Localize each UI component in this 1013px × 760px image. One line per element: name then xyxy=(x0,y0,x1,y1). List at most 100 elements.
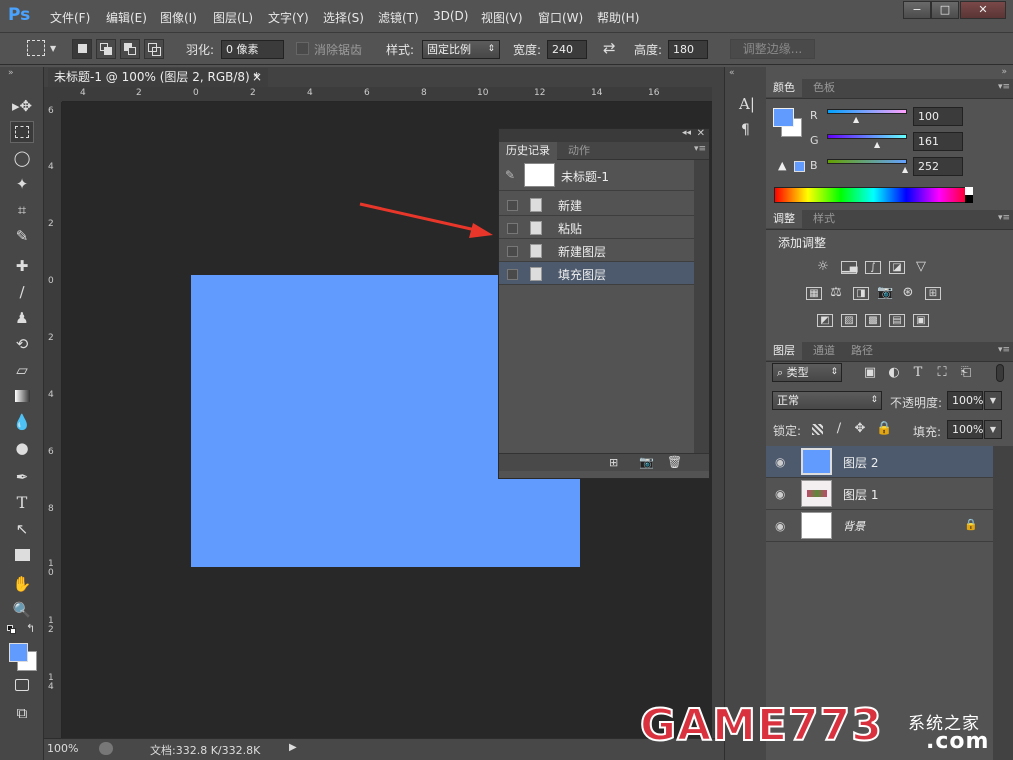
collapse-icon[interactable]: ◂◂ xyxy=(682,128,691,138)
channel-mixer-icon[interactable]: ⊛ xyxy=(901,286,915,300)
blend-mode-select[interactable]: 正常 ⇕ xyxy=(772,391,882,410)
new-document-from-state-icon[interactable]: ⊞ xyxy=(609,456,618,469)
pen-tool-icon[interactable]: ✒ xyxy=(10,466,34,488)
menu-3d[interactable]: 3D(D) xyxy=(433,9,468,23)
default-colors-icon[interactable] xyxy=(7,625,17,635)
blue-slider[interactable] xyxy=(827,159,907,164)
color-balance-icon[interactable]: ⚖ xyxy=(829,286,843,300)
history-brush-checkbox[interactable] xyxy=(507,246,518,257)
healing-brush-tool-icon[interactable]: ✚ xyxy=(10,255,34,277)
chevron-down-icon[interactable]: ▼ xyxy=(984,420,1002,439)
tab-layers[interactable]: 图层 xyxy=(766,342,802,360)
minimize-button[interactable]: − xyxy=(903,1,931,19)
fill-input[interactable]: 100% xyxy=(947,420,983,439)
zoom-tool-icon[interactable]: 🔍 xyxy=(10,599,34,621)
layer-row-selected[interactable]: ◉ 图层 2 xyxy=(766,446,993,478)
menu-view[interactable]: 视图(V) xyxy=(481,9,523,26)
lasso-tool-icon[interactable]: ◯ xyxy=(10,147,34,169)
panel-menu-icon[interactable]: ▾≡ xyxy=(694,144,706,154)
posterize-icon[interactable]: ▨ xyxy=(841,314,857,327)
history-scrollbar[interactable] xyxy=(694,160,709,453)
layer-row[interactable]: ◉ 背景 🔒 xyxy=(766,510,993,542)
history-brush-checkbox[interactable] xyxy=(507,200,518,211)
close-window-button[interactable]: ✕ xyxy=(960,1,1006,19)
eye-visibility-icon[interactable]: ◉ xyxy=(775,455,785,469)
lock-all-icon[interactable]: 🔒 xyxy=(876,422,892,436)
blue-value-input[interactable]: 252 xyxy=(913,157,963,176)
vibrance-icon[interactable]: ▽ xyxy=(914,260,928,274)
menu-window[interactable]: 窗口(W) xyxy=(538,9,583,26)
menu-edit[interactable]: 编辑(E) xyxy=(106,9,147,26)
panel-title-strip[interactable]: ◂◂ ✕ xyxy=(499,128,709,142)
doc-info-icon[interactable] xyxy=(99,742,113,755)
panel-menu-icon[interactable]: ▾≡ xyxy=(998,213,1010,223)
lock-transparent-pixels-icon[interactable] xyxy=(812,424,823,435)
tab-styles[interactable]: 样式 xyxy=(806,210,842,228)
collapse-icon[interactable]: « xyxy=(729,68,735,78)
screen-mode-icon[interactable]: ⧉ xyxy=(10,702,34,724)
eye-visibility-icon[interactable]: ◉ xyxy=(775,519,785,533)
history-item[interactable]: 粘贴 xyxy=(499,216,694,239)
zoom-level[interactable]: 100% xyxy=(47,742,78,755)
tab-actions[interactable]: 动作 xyxy=(561,142,597,160)
trash-icon[interactable]: 🗑 xyxy=(667,455,682,469)
layer-name[interactable]: 背景 xyxy=(843,518,865,534)
levels-icon[interactable]: ▁▄ xyxy=(841,261,857,274)
red-slider[interactable] xyxy=(827,109,907,114)
history-brush-source-icon[interactable]: ✎ xyxy=(505,168,515,182)
tab-color[interactable]: 颜色 xyxy=(766,79,802,97)
menu-filter[interactable]: 滤镜(T) xyxy=(378,9,419,26)
marquee-preset-icon[interactable] xyxy=(27,40,45,56)
history-snapshot[interactable]: ✎ 未标题-1 xyxy=(499,160,694,191)
photo-filter-icon[interactable]: 📷 xyxy=(877,286,893,300)
white-swatch[interactable] xyxy=(965,187,973,195)
eye-visibility-icon[interactable]: ◉ xyxy=(775,487,785,501)
tab-channels[interactable]: 通道 xyxy=(806,342,842,360)
history-brush-tool-icon[interactable]: ⟲ xyxy=(10,333,34,355)
collapse-icon[interactable]: » xyxy=(1001,67,1007,77)
blur-tool-icon[interactable]: 💧 xyxy=(10,411,34,433)
clone-stamp-tool-icon[interactable]: ♟ xyxy=(10,307,34,329)
layer-filter-select[interactable]: ⌕ 类型 ⇕ xyxy=(772,363,842,382)
menu-image[interactable]: 图像(I) xyxy=(160,9,197,26)
swap-colors-icon[interactable]: ↰ xyxy=(26,622,35,635)
history-item[interactable]: 新建图层 xyxy=(499,239,694,262)
history-brush-checkbox[interactable] xyxy=(507,269,518,280)
refine-edge-button[interactable]: 调整边缘... xyxy=(730,39,815,59)
eraser-tool-icon[interactable]: ▱ xyxy=(10,359,34,381)
quick-mask-icon[interactable] xyxy=(10,675,34,697)
antialias-checkbox[interactable] xyxy=(296,42,309,55)
layer-name[interactable]: 图层 1 xyxy=(843,486,878,503)
move-tool-icon[interactable]: ▸✥ xyxy=(10,95,34,117)
style-select[interactable]: 固定比例 ⇕ xyxy=(422,40,500,59)
selective-color-icon[interactable]: ▣ xyxy=(913,314,929,327)
gradient-tool-icon[interactable] xyxy=(10,385,34,407)
chevron-down-icon[interactable]: ▼ xyxy=(984,391,1002,410)
slider-handle[interactable]: ▲ xyxy=(902,165,908,174)
close-tab-icon[interactable]: × xyxy=(252,68,262,86)
intersect-selection-button[interactable] xyxy=(144,39,164,59)
subtract-selection-button[interactable] xyxy=(120,39,140,59)
height-input[interactable]: 180 xyxy=(668,40,708,59)
filter-adjustment-layer-icon[interactable]: ◐ xyxy=(887,366,901,380)
camera-icon[interactable]: 📷 xyxy=(639,455,654,469)
green-value-input[interactable]: 161 xyxy=(913,132,963,151)
layer-row[interactable]: ◉ 图层 1 xyxy=(766,478,993,510)
rectangular-marquee-tool-icon[interactable] xyxy=(10,121,34,143)
menu-type[interactable]: 文字(Y) xyxy=(268,9,309,26)
tab-paths[interactable]: 路径 xyxy=(844,342,880,360)
maximize-button[interactable]: □ xyxy=(931,1,959,19)
foreground-color-swatch[interactable] xyxy=(773,108,794,127)
filter-shape-layer-icon[interactable]: ⛶ xyxy=(935,366,949,380)
menu-layer[interactable]: 图层(L) xyxy=(213,9,253,26)
curves-icon[interactable]: ∫ xyxy=(865,261,881,274)
close-panel-icon[interactable]: ✕ xyxy=(697,128,705,139)
width-input[interactable]: 240 xyxy=(547,40,587,59)
black-white-icon[interactable]: ◨ xyxy=(853,287,869,300)
eyedropper-tool-icon[interactable]: ✎ xyxy=(10,225,34,247)
tab-swatches[interactable]: 色板 xyxy=(806,79,842,97)
lock-image-pixels-icon[interactable]: ∕ xyxy=(832,422,846,436)
gamut-color-swatch[interactable] xyxy=(794,161,805,172)
out-of-gamut-warning-icon[interactable]: ▲ xyxy=(778,159,786,172)
menu-select[interactable]: 选择(S) xyxy=(323,9,364,26)
